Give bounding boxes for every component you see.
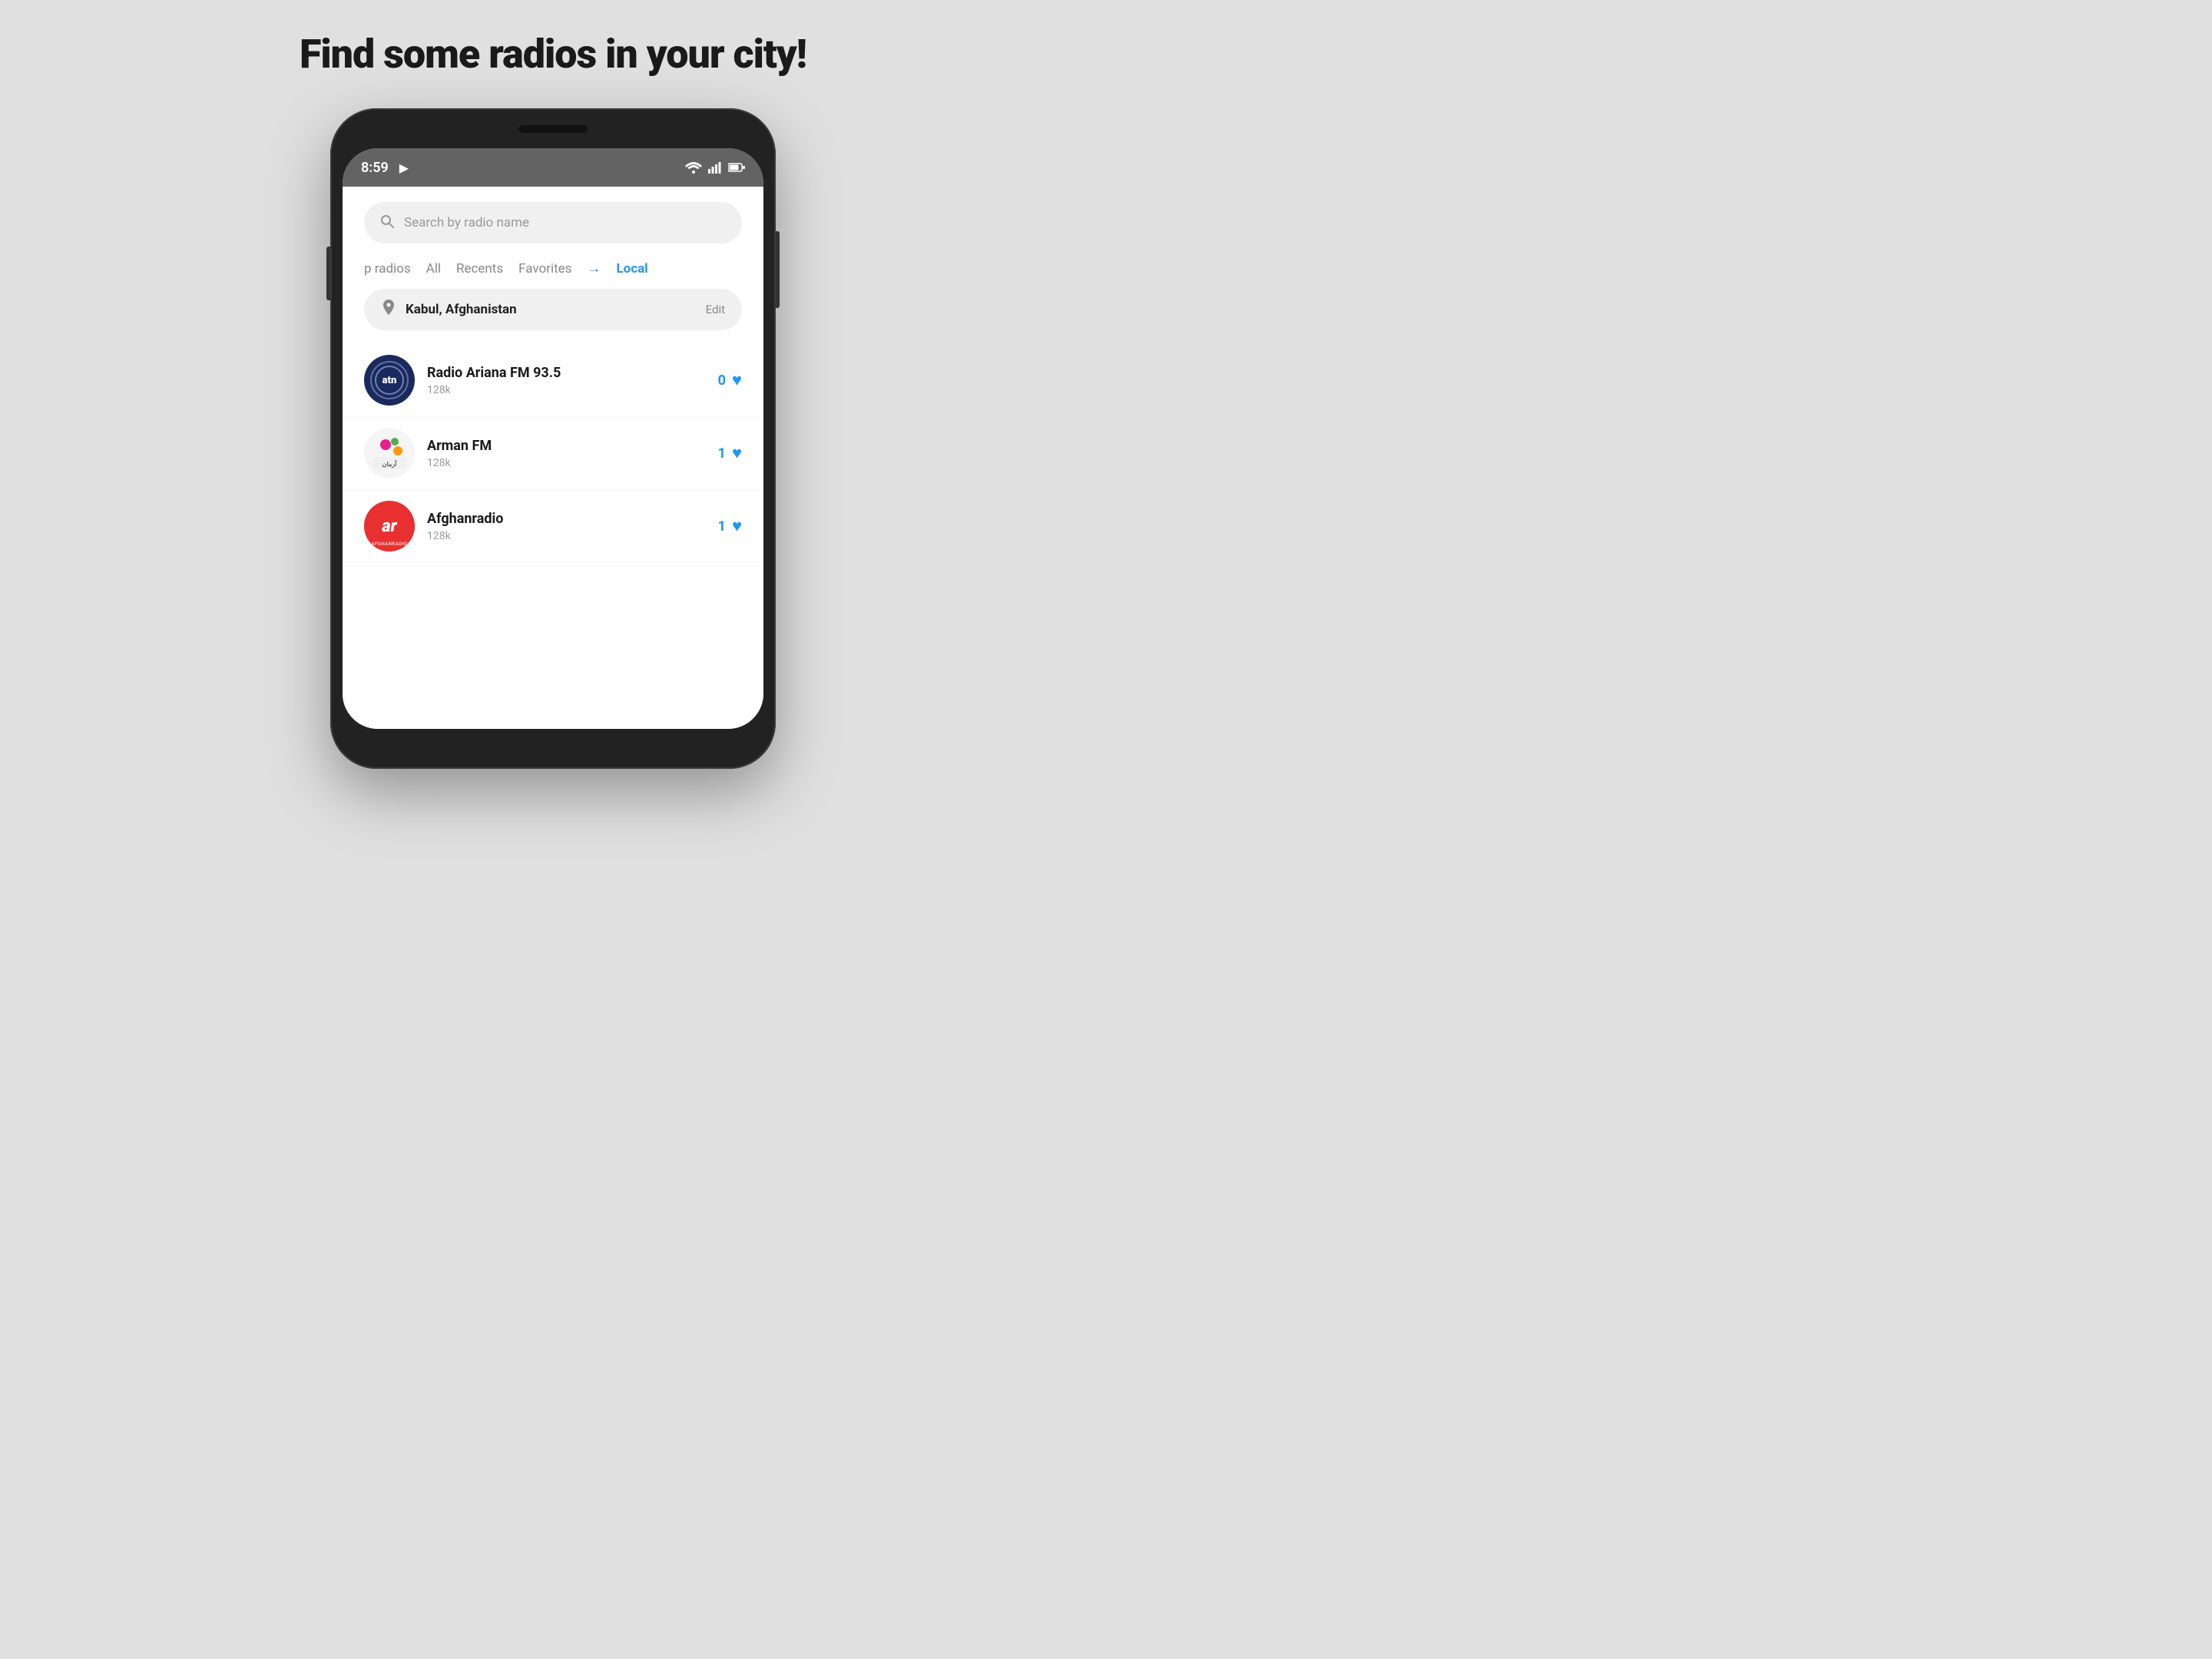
tab-arrow-icon: →	[587, 260, 601, 276]
phone-speaker	[518, 125, 588, 133]
radio-info: Arman FM 128k	[427, 438, 706, 469]
location-bar[interactable]: Kabul, Afghanistan Edit	[364, 289, 742, 330]
tab-local[interactable]: Local	[616, 261, 647, 276]
radio-bitrate: 128k	[427, 530, 706, 542]
heart-icon: ♥	[732, 443, 742, 463]
radio-name: Radio Ariana FM 93.5	[427, 365, 706, 381]
status-time: 8:59	[361, 160, 389, 176]
screen-content: Search by radio name p radios All Recent…	[343, 187, 763, 729]
location-edit-button[interactable]: Edit	[706, 303, 725, 316]
location-city: Kabul, Afghanistan	[406, 302, 697, 317]
tab-top-radios[interactable]: p radios	[364, 261, 411, 276]
tab-recents[interactable]: Recents	[456, 261, 503, 276]
fav-count: 0	[718, 373, 726, 389]
search-icon	[379, 214, 395, 233]
search-bar[interactable]: Search by radio name	[364, 202, 742, 243]
radio-name: Afghanradio	[427, 511, 706, 527]
radio-info: Radio Ariana FM 93.5 128k	[427, 365, 706, 396]
svg-text:AFGHANRADIO: AFGHANRADIO	[371, 541, 407, 547]
phone-device: 8:59 ▶	[330, 108, 776, 769]
tab-all[interactable]: All	[426, 261, 441, 276]
page-title: Find some radios in your city!	[300, 31, 806, 78]
radio-item[interactable]: atn Radio Ariana FM 93.5 128k 0 ♥	[343, 344, 763, 417]
radio-logo-afghan: ar AFGHANRADIO	[364, 501, 415, 551]
location-pin-icon	[381, 300, 396, 320]
fav-count: 1	[718, 518, 726, 535]
radio-list: atn Radio Ariana FM 93.5 128k 0 ♥	[343, 344, 763, 729]
radio-logo-arman: آرمان	[364, 428, 415, 478]
svg-text:آرمان: آرمان	[382, 459, 397, 469]
phone-volume-button	[326, 247, 330, 300]
radio-bitrate: 128k	[427, 384, 706, 396]
radio-name: Arman FM	[427, 438, 706, 454]
fav-count: 1	[718, 445, 726, 462]
battery-icon	[728, 163, 745, 172]
search-placeholder: Search by radio name	[404, 215, 529, 230]
svg-text:ar: ar	[381, 517, 397, 536]
phone-shell: 8:59 ▶	[330, 108, 776, 769]
radio-favorites[interactable]: 1 ♥	[718, 516, 742, 536]
radio-info: Afghanradio 128k	[427, 511, 706, 542]
search-container: Search by radio name	[343, 187, 763, 254]
radio-bitrate: 128k	[427, 457, 706, 469]
tabs-container: p radios All Recents Favorites → Local	[343, 254, 763, 283]
play-icon: ▶	[399, 161, 409, 175]
radio-item[interactable]: ar AFGHANRADIO Afghanradio 128k 1 ♥	[343, 490, 763, 563]
tab-favorites[interactable]: Favorites	[518, 261, 571, 276]
phone-power-button	[776, 231, 780, 308]
wifi-icon	[685, 161, 702, 174]
status-right-icons	[685, 161, 745, 174]
phone-screen: 8:59 ▶	[343, 148, 763, 729]
location-container: Kabul, Afghanistan Edit	[343, 283, 763, 344]
status-bar: 8:59 ▶	[343, 148, 763, 187]
heart-icon: ♥	[732, 370, 742, 390]
heart-icon: ♥	[732, 516, 742, 536]
radio-logo-atn: atn	[364, 355, 415, 406]
radio-favorites[interactable]: 0 ♥	[718, 370, 742, 390]
signal-icon	[708, 161, 722, 174]
radio-favorites[interactable]: 1 ♥	[718, 443, 742, 463]
radio-item[interactable]: آرمان Arman FM 128k 1 ♥	[343, 417, 763, 490]
